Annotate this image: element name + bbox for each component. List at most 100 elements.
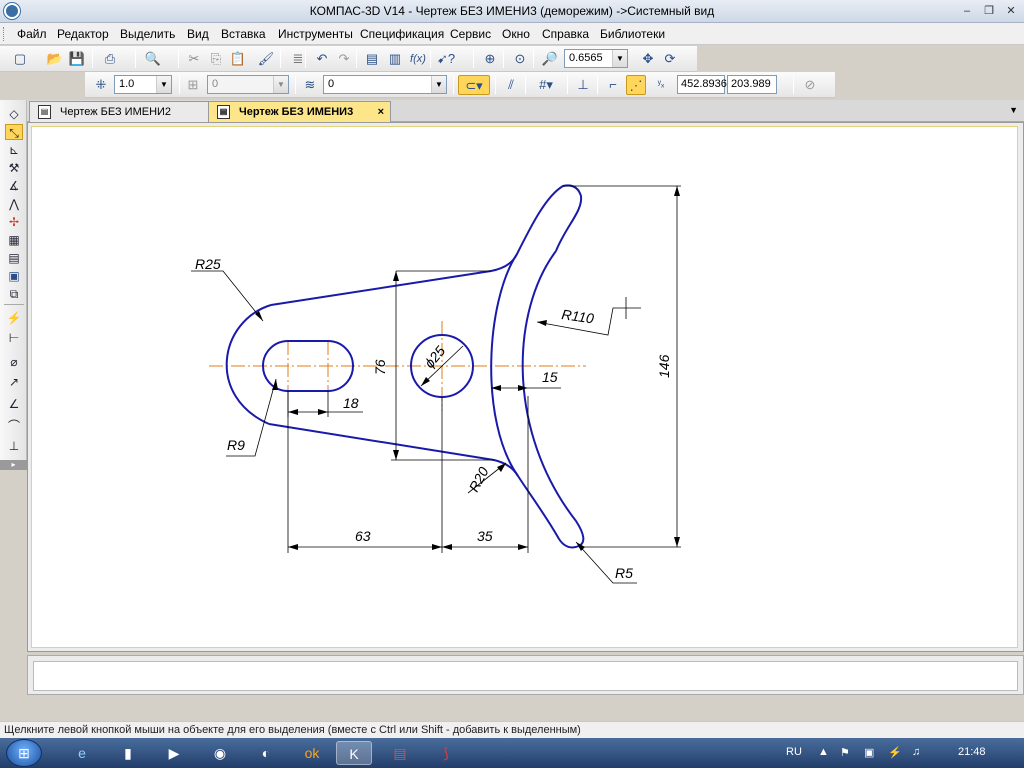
redo-icon[interactable]: ↷ bbox=[334, 49, 354, 69]
close-window-button[interactable]: ✕ bbox=[1002, 3, 1020, 19]
variables-fx-icon[interactable]: f(x) bbox=[408, 49, 428, 69]
menu-tools[interactable]: Инструменты bbox=[278, 27, 353, 41]
dim18-arrow-right bbox=[318, 409, 328, 415]
save-icon[interactable]: 💾 bbox=[67, 49, 87, 69]
reports-tool-icon[interactable]: ▤ bbox=[5, 250, 23, 266]
local-cs-icon[interactable]: ⊥ bbox=[573, 75, 593, 95]
odnoklassniki-icon[interactable]: ok bbox=[294, 741, 330, 765]
menu-edit[interactable]: Редактор bbox=[57, 27, 109, 41]
current-state-toolbar: ⁜ 1.0 ▼ ⊞ 0 ▼ ≋ 0 ▼ ⊂▾ ⫽ #▾ ⊥ ⌐ ⋰ ʸₓ 452… bbox=[85, 72, 835, 98]
close-tab-button[interactable]: × bbox=[378, 102, 384, 122]
tab-drawing-3[interactable]: ▤ Чертеж БЕЗ ИМЕНИ3 × bbox=[208, 101, 391, 122]
media-icon[interactable]: ▮ bbox=[110, 741, 146, 765]
ie-icon[interactable]: e bbox=[64, 741, 100, 765]
grid-icon[interactable]: #▾ bbox=[531, 75, 561, 95]
tabs-menu-icon[interactable]: ▼ bbox=[1009, 105, 1018, 115]
manager-icon[interactable]: ▤ bbox=[362, 49, 382, 69]
radial-dimension-icon[interactable]: ↗ bbox=[5, 374, 23, 390]
device-icon[interactable]: ▣ bbox=[864, 746, 874, 759]
disk-icon[interactable]: ◉ bbox=[202, 741, 238, 765]
parametrization-tool-icon[interactable]: ∡ bbox=[5, 178, 23, 194]
menu-select[interactable]: Выделить bbox=[120, 27, 175, 41]
minimize-button[interactable]: – bbox=[958, 3, 976, 19]
flag-icon[interactable]: ⚑ bbox=[840, 746, 850, 759]
diameter-dimension-icon[interactable]: ⌀ bbox=[5, 354, 23, 370]
view-select[interactable]: 0 ▼ bbox=[207, 75, 289, 94]
cursor-x-field[interactable]: 452.8936 bbox=[677, 75, 727, 94]
format-brush-icon[interactable]: 🖌 bbox=[256, 49, 276, 69]
edit-tool-icon[interactable]: ⚒ bbox=[5, 160, 23, 176]
auto-dimension-icon[interactable]: ⚡ bbox=[5, 310, 23, 326]
zoom-window-icon[interactable]: ⊕ bbox=[480, 49, 500, 69]
fragment-tool-icon[interactable]: ⧉ bbox=[5, 286, 23, 302]
zoom-icon[interactable]: 🔎 bbox=[540, 49, 560, 69]
drawing-sheet[interactable]: R25 R9 18 76 ϕ25 R110 15 146 R20 63 35 R… bbox=[31, 126, 1018, 648]
print-preview-icon[interactable]: 🔍 bbox=[143, 49, 163, 69]
layer-state-icon[interactable]: ≋ bbox=[300, 75, 320, 95]
player-icon[interactable]: ▶ bbox=[156, 741, 192, 765]
orthogonal-mode-icon[interactable]: ⌐ bbox=[603, 75, 623, 95]
cursor-y-field[interactable]: 203.989 bbox=[727, 75, 777, 94]
angular-dimension-icon[interactable]: ∠ bbox=[5, 396, 23, 412]
menu-libraries[interactable]: Библиотеки bbox=[600, 27, 665, 41]
standard-toolbar: ▢ 📂 💾 ⎙ 🔍 ✂ ⎘ 📋 🖌 ≣ ↶ ↷ ▤ ▥ f(x) ➹? ⊕ ⊙ … bbox=[0, 46, 697, 72]
toolbar-grip[interactable] bbox=[3, 27, 6, 41]
layer-select[interactable]: 0 ▼ bbox=[323, 75, 447, 94]
menu-service[interactable]: Сервис bbox=[450, 27, 491, 41]
cut-icon[interactable]: ✂ bbox=[184, 49, 204, 69]
menu-file[interactable]: Файл bbox=[17, 27, 47, 41]
pdf-icon[interactable]: ⟆ bbox=[428, 741, 464, 765]
symbols-tool-icon[interactable]: ⊾ bbox=[5, 142, 23, 158]
snap-magnet-icon[interactable]: ⊂▾ bbox=[458, 75, 490, 95]
r20-arrow bbox=[497, 463, 506, 472]
arc-dimension-icon[interactable]: ⌒ bbox=[5, 418, 23, 434]
copy-icon[interactable]: ⎘ bbox=[206, 49, 226, 69]
tray-expand-icon[interactable]: ▲ bbox=[818, 746, 829, 758]
help-pointer-icon[interactable]: ➹? bbox=[436, 49, 456, 69]
start-button[interactable]: ⊞ bbox=[6, 739, 42, 767]
kompas-task-icon[interactable]: K bbox=[336, 741, 372, 765]
step-select[interactable]: 1.0 ▼ bbox=[114, 75, 172, 94]
refresh-icon[interactable]: ⟳ bbox=[660, 49, 680, 69]
restore-button[interactable]: ❐ bbox=[980, 3, 998, 19]
zoom-scale-select[interactable]: 0.6565 ▼ bbox=[564, 49, 628, 68]
menu-window[interactable]: Окно bbox=[502, 27, 530, 41]
power-icon[interactable]: ⚡ bbox=[888, 746, 902, 759]
dimensions-tool-icon[interactable]: ⤡ bbox=[5, 124, 23, 140]
language-indicator[interactable]: RU bbox=[786, 746, 802, 758]
menu-insert[interactable]: Вставка bbox=[221, 27, 266, 41]
part-drawing[interactable]: R25 R9 18 76 ϕ25 R110 15 146 R20 63 35 R… bbox=[32, 127, 1019, 649]
cursor-step-icon[interactable]: ⁜ bbox=[91, 75, 111, 95]
open-folder-icon[interactable]: 📂 bbox=[45, 49, 65, 69]
tab-drawing-2[interactable]: ▤ Чертеж БЕЗ ИМЕНИ2 bbox=[29, 101, 209, 122]
view-state-icon[interactable]: ⊞ bbox=[183, 75, 203, 95]
new-document-icon[interactable]: ▢ bbox=[10, 49, 30, 69]
zoom-all-icon[interactable]: ⊙ bbox=[510, 49, 530, 69]
inner-arc bbox=[490, 253, 519, 477]
paste-icon[interactable]: 📋 bbox=[228, 49, 248, 69]
winrar-icon[interactable]: ▤ bbox=[382, 741, 418, 765]
r9-arrow bbox=[272, 379, 278, 390]
ortho-icon[interactable]: ⫽ bbox=[501, 75, 521, 95]
volume-icon[interactable]: ♫ bbox=[912, 746, 920, 758]
library-manager-icon[interactable]: ▥ bbox=[385, 49, 405, 69]
snap-mode-icon[interactable]: ⋰ bbox=[626, 75, 646, 95]
insert-tool-icon[interactable]: ▣ bbox=[5, 268, 23, 284]
height-dimension-icon[interactable]: ⊥ bbox=[5, 438, 23, 454]
pan-icon[interactable]: ✥ bbox=[638, 49, 658, 69]
spec-tool-icon[interactable]: ▦ bbox=[5, 232, 23, 248]
linear-dimension-icon[interactable]: ⊢ bbox=[5, 330, 23, 346]
step-value: 1.0 bbox=[119, 78, 135, 90]
menu-specification[interactable]: Спецификация bbox=[360, 27, 444, 41]
measure-tool-icon[interactable]: ⋀ bbox=[5, 196, 23, 212]
undo-icon[interactable]: ↶ bbox=[312, 49, 332, 69]
geometry-tool-icon[interactable]: ◇ bbox=[5, 106, 23, 122]
parameterization-icon[interactable]: ⊘ bbox=[800, 75, 820, 95]
select-tool-icon[interactable]: ✢ bbox=[5, 214, 23, 230]
chrome-icon[interactable]: ◐ bbox=[248, 741, 284, 765]
expand-toolbar-icon[interactable]: ▸ bbox=[0, 460, 27, 470]
compact-toolbar: ◇ ⤡ ⊾ ⚒ ∡ ⋀ ✢ ▦ ▤ ▣ ⧉ ⚡ ⊢ ⌀ ↗ ∠ ⌒ ⊥ ▸ bbox=[0, 100, 27, 470]
menu-help[interactable]: Справка bbox=[542, 27, 589, 41]
menu-view[interactable]: Вид bbox=[187, 27, 209, 41]
print-icon[interactable]: ⎙ bbox=[100, 49, 120, 69]
